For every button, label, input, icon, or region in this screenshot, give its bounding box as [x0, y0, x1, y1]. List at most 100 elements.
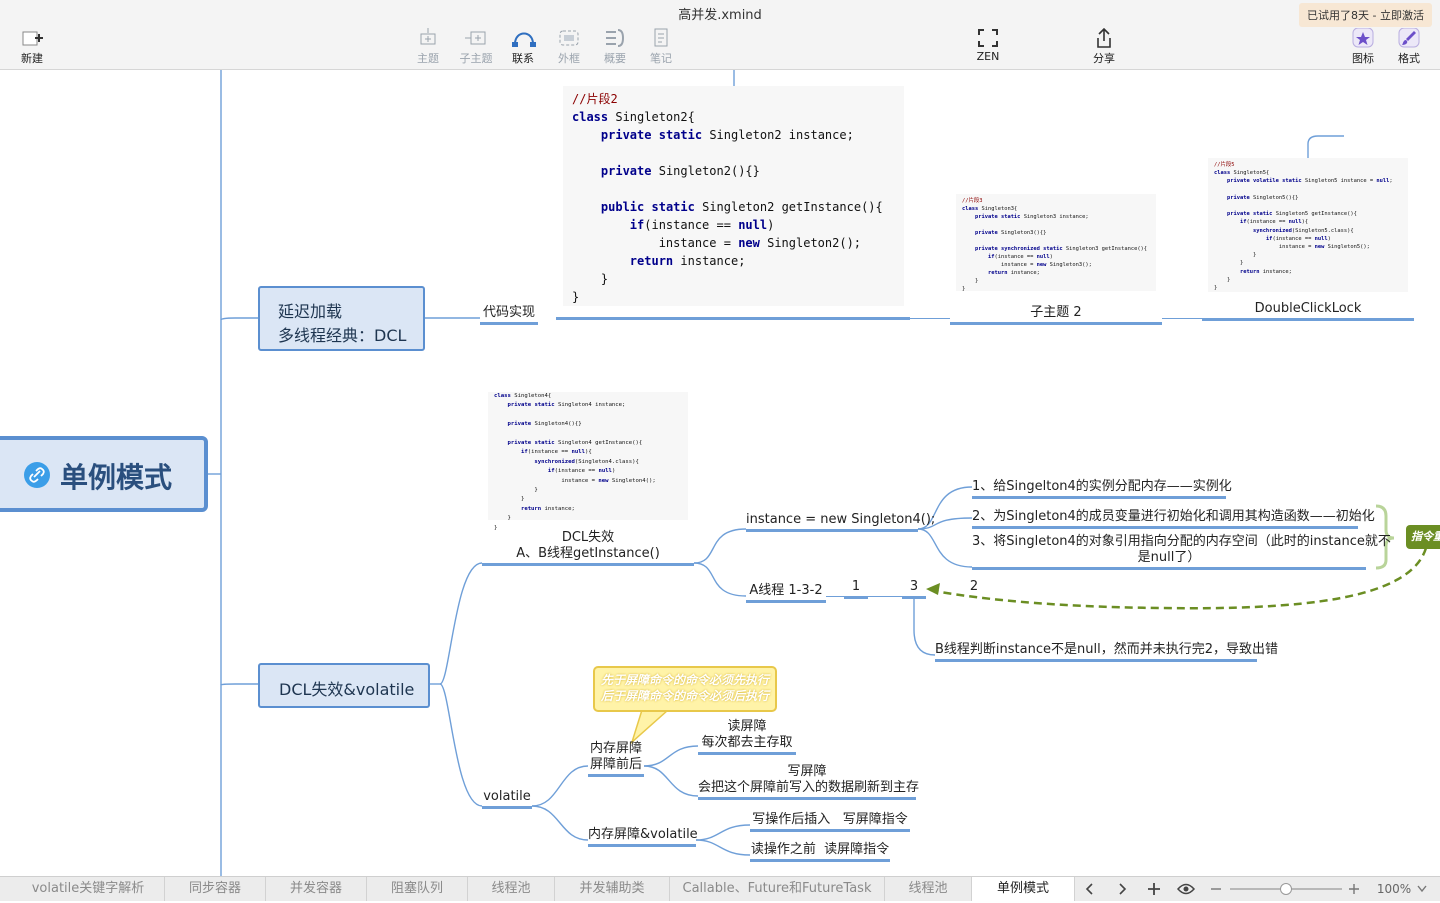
code-line: private Singleton2(){}	[600, 164, 760, 178]
topic-label: 主题	[417, 52, 439, 65]
code-line: if(instance == null)	[1265, 235, 1331, 242]
topic-dcl-fail[interactable]: DCL失效 A、B线程getInstance()	[482, 530, 694, 566]
mindmap-canvas[interactable]: 单例模式 延迟加载 多线程经典：DCL //片段2 class Singleton…	[0, 70, 1440, 876]
tab-callable-future[interactable]: Callable、Future和FutureTask	[670, 877, 885, 901]
topic-num-1[interactable]: 1	[844, 579, 868, 599]
topic-code-impl[interactable]: 代码实现	[480, 301, 538, 325]
topic-step3[interactable]: 3、将Singleton4的对象引用指向分配的内存空间（此时的instance就…	[972, 534, 1391, 570]
view-button[interactable]	[1172, 877, 1200, 901]
notes-button[interactable]: 笔记	[647, 28, 675, 66]
topic-write-barrier-line2: 会把这个屏障前写入的数据刷新到主存	[698, 780, 920, 795]
tab-thread-pool[interactable]: 线程池	[468, 877, 555, 901]
topic-dcl-fail-line1: DCL失效	[561, 530, 615, 545]
topic-read-barrier[interactable]: 读屏障 每次都去主存取	[698, 719, 796, 755]
tab-sync-container[interactable]: 同步容器	[165, 877, 266, 901]
central-topic[interactable]: 单例模式	[0, 436, 208, 512]
relation-button[interactable]: 联系	[508, 28, 538, 66]
topic-read-barrier-line2: 每次都去主存取	[701, 735, 793, 750]
code-line: }	[572, 272, 609, 286]
branch-dcl-volatile-label: DCL失效&volatile	[279, 680, 415, 699]
tab-blocking-queue[interactable]: 阻塞队列	[367, 877, 468, 901]
zoom-in-button[interactable]	[1346, 877, 1362, 901]
zoom-dropdown[interactable]	[1414, 877, 1430, 901]
share-label: 分享	[1093, 52, 1115, 65]
topic-volatile[interactable]: volatile	[482, 789, 532, 809]
tab-volatile[interactable]: volatile关键字解析	[12, 877, 165, 901]
minus-icon	[1211, 888, 1221, 890]
share-button[interactable]: 分享	[1090, 27, 1118, 66]
tab-concurrency-helpers[interactable]: 并发辅助类	[555, 877, 670, 901]
code-line: }	[1214, 260, 1244, 267]
topic-thread-a[interactable]: A线程 1-3-2	[746, 579, 826, 603]
zoom-slider[interactable]	[1230, 883, 1342, 895]
topic-write-insert[interactable]: 写操作后插入 写屏障指令	[750, 808, 910, 832]
code-line: instance = new Singleton3();	[1000, 262, 1092, 268]
code-line: private static Singleton3 instance;	[974, 214, 1089, 220]
topic-double-click-lock[interactable]: DoubleClickLock	[1202, 301, 1414, 321]
code-image-singleton5[interactable]: //片段5 class Singleton5{ private volatile …	[1208, 158, 1408, 292]
icons-button[interactable]: 图标	[1349, 27, 1377, 66]
topic-new-instance[interactable]: instance = new Singleton4();	[746, 512, 935, 532]
prev-sheet-button[interactable]	[1078, 877, 1102, 901]
branch-lazy-load[interactable]: 延迟加载 多线程经典：DCL	[258, 286, 425, 351]
code-line: return instance;	[1239, 268, 1292, 275]
zoom-slider-knob[interactable]	[1280, 883, 1292, 895]
summary-reorder[interactable]: 指令重	[1406, 525, 1440, 549]
boundary-button[interactable]: 外框	[555, 28, 583, 66]
code-line: private static Singleton4 getInstance(){	[507, 440, 643, 447]
topic-write-barrier[interactable]: 写屏障 会把这个屏障前写入的数据刷新到主存	[698, 764, 920, 800]
code-line: private synchronized static Singleton3 g…	[974, 246, 1148, 252]
trial-badge[interactable]: 已试用了8天 - 立即激活	[1299, 3, 1432, 27]
topic-memory-barrier[interactable]: 内存屏障 屏障前后	[588, 741, 644, 777]
callout-line1: 先于屏障命令的命令必须先执行	[601, 673, 770, 687]
code-line: private volatile static Singleton5 insta…	[1226, 178, 1393, 185]
topic-read-insert[interactable]: 读操作之前 读屏障指令	[750, 838, 890, 862]
plus-small-icon	[1349, 884, 1359, 894]
topic-num-2[interactable]: 2	[962, 579, 986, 596]
topic-step2[interactable]: 2、为Singleton4的成员变量进行初始化和调用其构造函数——初始化	[972, 505, 1375, 529]
code-line: if(instance == null)	[547, 468, 616, 475]
code-line: //片段2	[572, 92, 618, 106]
toolbar: 高并发.xmind 已试用了8天 - 立即激活 新建 主题 子主题 联系 外框	[0, 0, 1440, 70]
topic-thread-b[interactable]: B线程判断instance不是null，然而并未执行完2，导致出错	[935, 638, 1278, 662]
subtopic-button[interactable]: 子主题	[458, 28, 494, 66]
topic-subtopic2[interactable]: 子主题 2	[950, 301, 1162, 325]
new-button[interactable]: 新建	[18, 28, 46, 66]
code-line: synchronized(Singleton4.class){	[534, 458, 639, 465]
topic-memory-barrier-line2: 屏障前后	[589, 757, 642, 772]
code-image-singleton2[interactable]: //片段2 class Singleton2{ private static Si…	[563, 86, 904, 306]
code-line: if(instance == null)	[987, 254, 1053, 260]
topic-step1[interactable]: 1、给Singelton4的实例分配内存——实例化	[972, 475, 1232, 499]
code-line: class Singleton2{	[572, 110, 695, 124]
topic-barrier-volatile[interactable]: 内存屏障&volatile	[588, 823, 698, 847]
format-button[interactable]: 格式	[1395, 27, 1423, 66]
topic-button[interactable]: 主题	[414, 28, 442, 66]
code-line: return instance;	[520, 505, 575, 512]
code-line: if(instance == null){	[1239, 219, 1309, 226]
topic-icon	[417, 28, 439, 48]
code-line: }	[494, 515, 511, 522]
format-label: 格式	[1398, 52, 1420, 65]
chevron-left-icon	[1085, 883, 1093, 895]
code-image-singleton4[interactable]: class Singleton4{ private static Singlet…	[488, 392, 688, 531]
add-sheet-button[interactable]	[1142, 877, 1166, 901]
callout-barrier[interactable]: 先于屏障命令的命令必须先执行 后于屏障命令的命令必须后执行	[593, 666, 777, 712]
code-line: private Singleton5(){}	[1226, 194, 1299, 201]
subtopic-label: 子主题	[459, 52, 493, 65]
zen-button[interactable]: ZEN	[974, 28, 1002, 63]
tab-concurrent-container[interactable]: 并发容器	[266, 877, 367, 901]
code-line: }	[572, 290, 580, 304]
tab-singleton[interactable]: 单例模式	[972, 877, 1075, 901]
code-image-singleton3[interactable]: //片段3 class Singleton3{ private static Si…	[956, 194, 1156, 292]
zoom-level[interactable]: 100%	[1372, 877, 1416, 901]
zoom-out-button[interactable]	[1208, 877, 1224, 901]
topic-num-3[interactable]: 3	[902, 579, 926, 599]
code-line: instance = new Singleton2();	[658, 236, 862, 250]
branch-dcl-volatile[interactable]: DCL失效&volatile	[258, 663, 430, 708]
summary-button[interactable]: 概要	[601, 28, 629, 66]
next-sheet-button[interactable]	[1110, 877, 1134, 901]
tab-thread-pool-2[interactable]: 线程池	[885, 877, 972, 901]
